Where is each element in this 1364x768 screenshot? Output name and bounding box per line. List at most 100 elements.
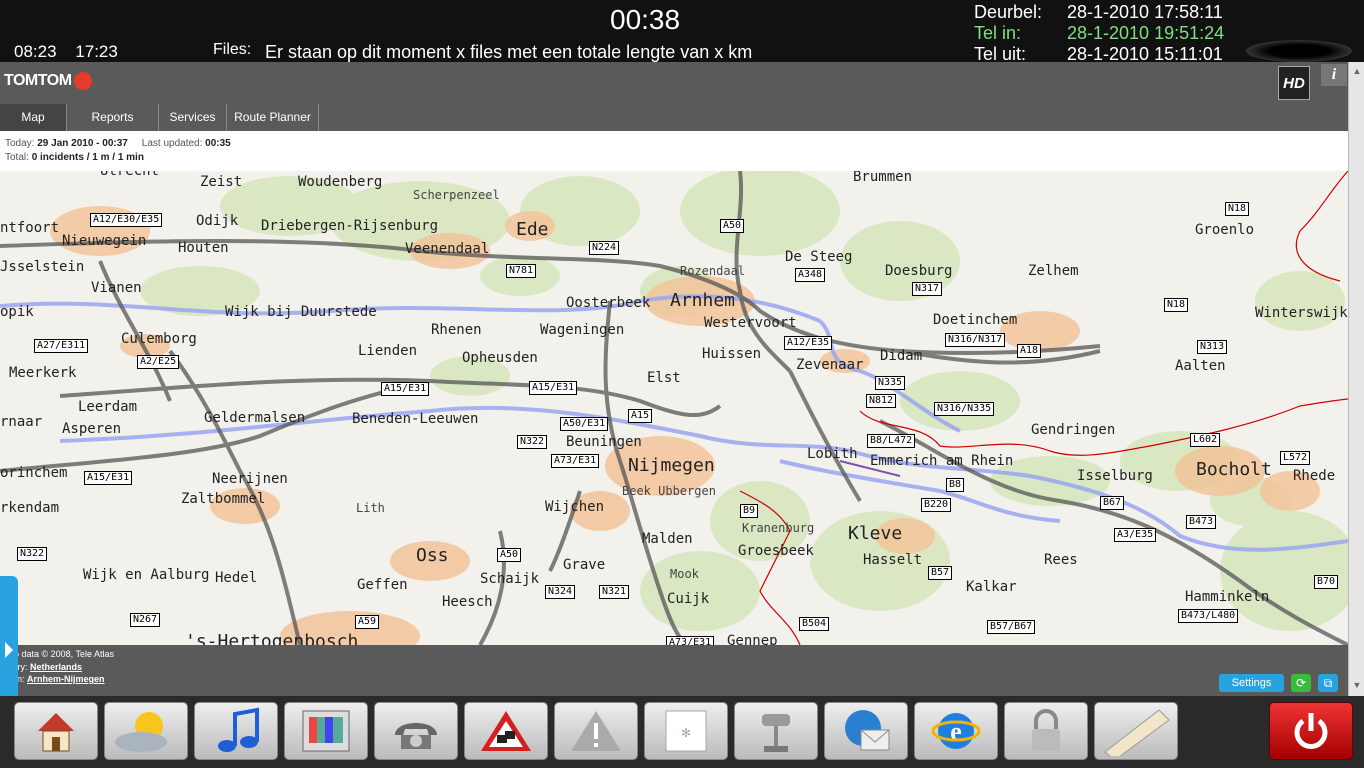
- place-label: Grave: [563, 557, 606, 573]
- place-label: Zelhem: [1028, 263, 1079, 279]
- place-label: De Steeg: [785, 249, 853, 265]
- place-label: Rhede: [1293, 468, 1336, 484]
- place-label: Scherpenzeel: [413, 188, 500, 202]
- weather-button[interactable]: [104, 702, 188, 760]
- traffic-map[interactable]: Utrecht Zeist Woudenberg Scherpenzeel Ed…: [0, 171, 1348, 645]
- ruler-button[interactable]: [1094, 702, 1178, 760]
- place-label: Hedel: [215, 570, 258, 586]
- road-shield: B8: [946, 478, 965, 492]
- road-shield: N18: [1164, 298, 1189, 312]
- place-label: Ede: [516, 219, 549, 240]
- phone-button[interactable]: [374, 702, 458, 760]
- road-shield: B504: [799, 617, 830, 631]
- place-label: orinchem: [0, 465, 68, 481]
- tab-map[interactable]: Map: [0, 104, 67, 131]
- place-label: Lobith: [807, 446, 858, 462]
- phone-icon: [395, 723, 437, 749]
- airco-button[interactable]: ✻: [644, 702, 728, 760]
- place-label: Beneden-Leeuwen: [352, 411, 479, 427]
- status-value: 28-1-2010 19:51:24: [1067, 23, 1225, 43]
- place-label: Groesbeek: [738, 543, 814, 559]
- road-shield: B57/B67: [987, 620, 1036, 634]
- place-label: Mook: [670, 567, 699, 581]
- clock: 00:38: [610, 4, 681, 35]
- road-shield: N316/N317: [945, 333, 1006, 347]
- place-label: Oss: [416, 545, 449, 566]
- region-link[interactable]: Arnhem-Nijmegen: [27, 674, 105, 684]
- refresh-icon[interactable]: ⟳: [1291, 674, 1311, 692]
- tab-services[interactable]: Services: [159, 104, 227, 131]
- place-label: Jsselstein: [0, 259, 85, 275]
- scrollbar[interactable]: ▲ ▼: [1348, 62, 1364, 696]
- info-button[interactable]: i: [1321, 64, 1347, 86]
- road-shield: B220: [921, 498, 952, 512]
- place-label: Winterswijk: [1255, 305, 1348, 321]
- tab-route-planner[interactable]: Route Planner: [227, 104, 319, 131]
- place-label: Kalkar: [966, 579, 1017, 595]
- road-shield: N812: [866, 394, 897, 408]
- power-icon: [1294, 713, 1328, 749]
- music-icon: [218, 707, 259, 752]
- place-label: Arnhem: [670, 290, 736, 311]
- tomtom-logo: TOMTOM: [4, 72, 92, 90]
- road-shield: A50: [720, 219, 745, 233]
- place-label: Houten: [178, 240, 229, 256]
- place-label: rnaar: [0, 414, 43, 430]
- road-shield: N267: [130, 613, 161, 627]
- road-shield: N781: [506, 264, 537, 278]
- mail-button[interactable]: [824, 702, 908, 760]
- camera-button[interactable]: [734, 702, 818, 760]
- road-shield: N316/N335: [934, 402, 995, 416]
- country-link[interactable]: Netherlands: [30, 662, 82, 672]
- tab-reports[interactable]: Reports: [67, 104, 159, 131]
- road-shield: A50/E31: [560, 417, 609, 431]
- place-label: Malden: [642, 531, 693, 547]
- road-shield: A3/E35: [1114, 528, 1157, 542]
- svg-text:✻: ✻: [681, 726, 691, 740]
- place-label: Nieuwegein: [62, 233, 147, 249]
- place-label: rkendam: [0, 500, 60, 516]
- place-label: Hasselt: [863, 552, 923, 568]
- settings-button[interactable]: Settings: [1219, 674, 1284, 692]
- total-value: 0 incidents / 1 m / 1 min: [31, 152, 144, 163]
- airco-icon: ✻: [665, 710, 707, 752]
- scroll-up-icon[interactable]: ▲: [1351, 66, 1363, 78]
- road-shield: B8/L472: [867, 434, 916, 448]
- road-shield: N18: [1225, 202, 1250, 216]
- road-shield: N335: [875, 376, 906, 390]
- place-label: Geffen: [357, 577, 408, 593]
- region-line: gion: Arnhem-Nijmegen: [5, 674, 105, 684]
- files-text: Er staan op dit moment x files met een t…: [265, 42, 753, 62]
- time-2: 17:23: [75, 42, 118, 61]
- browser-button[interactable]: e: [914, 702, 998, 760]
- road-shield: B9: [740, 504, 759, 518]
- place-label: Geldermalsen: [204, 410, 306, 426]
- traffic-warning-icon: [481, 711, 531, 751]
- place-label: Zevenaar: [796, 357, 864, 373]
- traffic-button[interactable]: [464, 702, 548, 760]
- popout-icon[interactable]: ⧉: [1318, 674, 1338, 692]
- place-label: Zeist: [200, 174, 243, 190]
- place-label: Brummen: [853, 171, 913, 185]
- music-button[interactable]: [194, 702, 278, 760]
- lock-button[interactable]: [1004, 702, 1088, 760]
- road-shield: A15/E31: [529, 381, 578, 395]
- place-label: Wageningen: [540, 322, 625, 338]
- alert-button[interactable]: [554, 702, 638, 760]
- place-label: Kleve: [848, 523, 903, 544]
- place-label: Oosterbeek: [566, 295, 651, 311]
- road-shield: A348: [795, 268, 826, 282]
- home-button[interactable]: [14, 702, 98, 760]
- road-shield: B473/L480: [1178, 609, 1239, 623]
- road-shield: B70: [1314, 575, 1339, 589]
- road-shield: A12/E35: [784, 336, 833, 350]
- place-label: Aalten: [1175, 358, 1226, 374]
- place-label: Odijk: [196, 213, 239, 229]
- updated-label: Last updated:: [141, 138, 203, 149]
- power-button[interactable]: [1269, 702, 1353, 760]
- scroll-down-icon[interactable]: ▼: [1351, 680, 1363, 692]
- today-label: Today:: [5, 138, 35, 149]
- tv-button[interactable]: [284, 702, 368, 760]
- place-label: Lienden: [358, 343, 418, 359]
- tab-bar: Map Reports Services Route Planner: [0, 104, 1348, 131]
